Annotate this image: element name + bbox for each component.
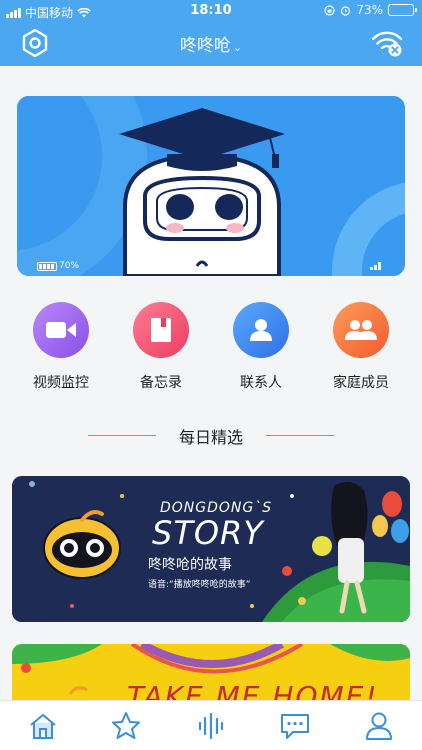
section-title: 每日精选 xyxy=(178,428,243,447)
story-title-cn: 咚咚呛的故事 xyxy=(148,557,232,573)
action-label: 视频监控 xyxy=(33,375,89,391)
device-switcher[interactable]: 咚咚呛 ⌄ xyxy=(0,31,422,56)
robot-banner[interactable]: 70% xyxy=(17,96,405,276)
action-family[interactable]: 家庭成员 xyxy=(316,302,406,392)
device-name: 咚咚呛 xyxy=(179,36,231,56)
action-memo[interactable]: 备忘录 xyxy=(116,302,206,392)
rotation-lock-icon xyxy=(324,4,335,16)
wifi-disconnected-icon[interactable] xyxy=(370,28,404,58)
status-bar: 中国移动 18:10 73% xyxy=(0,0,422,22)
story-title-en: STORY xyxy=(152,514,264,552)
robot-battery: 70% xyxy=(37,261,79,271)
video-camera-icon xyxy=(33,302,89,358)
story-card[interactable]: DONGDONG`S STORY 咚咚呛的故事 语音:“播放咚咚呛的故事” xyxy=(12,476,410,622)
bottom-tab-bar xyxy=(0,700,422,750)
home-icon[interactable] xyxy=(27,710,59,742)
divider-right xyxy=(266,435,334,436)
family-members-icon xyxy=(333,302,389,358)
take-me-home-card[interactable]: TAKE ME HOME! xyxy=(12,644,410,704)
action-label: 备忘录 xyxy=(140,375,182,391)
action-contacts[interactable]: 联系人 xyxy=(216,302,306,392)
battery-icon xyxy=(37,261,57,271)
robot-battery-percent: 70% xyxy=(59,261,80,271)
voice-wave-icon[interactable] xyxy=(195,710,227,742)
contact-person-icon xyxy=(233,302,289,358)
profile-icon[interactable] xyxy=(363,710,395,742)
daily-picks-header: 每日精选 xyxy=(0,424,422,448)
robot-illustration xyxy=(17,96,405,276)
battery-icon xyxy=(388,4,417,16)
quick-actions: 视频监控 备忘录 联系人 家庭成员 xyxy=(0,302,422,392)
message-icon[interactable] xyxy=(279,710,311,742)
story-voice-hint: 语音:“播放咚咚呛的故事” xyxy=(148,580,251,590)
chevron-down-icon: ⌄ xyxy=(232,41,243,54)
alarm-icon xyxy=(341,5,351,16)
battery-percent: 73% xyxy=(356,3,383,17)
action-label: 家庭成员 xyxy=(333,375,389,391)
star-icon[interactable] xyxy=(110,710,142,742)
top-header: 中国移动 18:10 73% 咚咚呛 ⌄ xyxy=(0,0,422,66)
action-video-monitor[interactable]: 视频监控 xyxy=(16,302,106,392)
action-label: 联系人 xyxy=(240,375,282,391)
robot-signal-icon xyxy=(370,262,381,270)
status-right: 73% xyxy=(324,3,417,17)
notebook-icon xyxy=(133,302,189,358)
